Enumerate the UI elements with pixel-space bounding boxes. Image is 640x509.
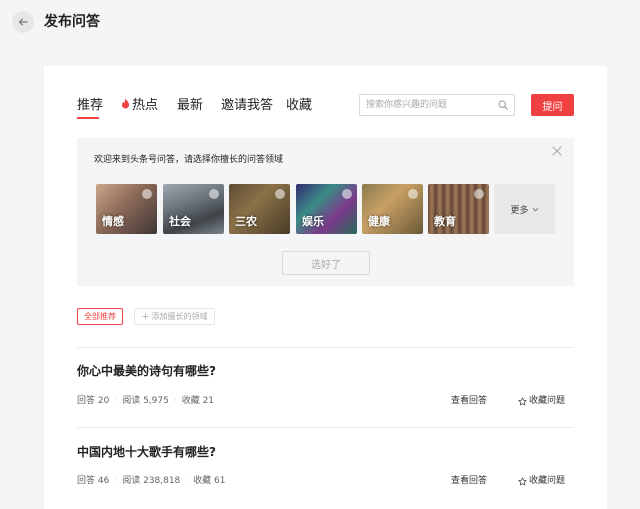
topic-label: 三农 (235, 215, 257, 228)
tab-recommend[interactable]: 推荐 (77, 96, 103, 116)
view-answers-link[interactable]: 查看回答 (451, 395, 487, 408)
back-button[interactable] (12, 11, 34, 33)
star-icon (518, 477, 527, 486)
chevron-down-icon (532, 207, 538, 211)
domain-picker-panel: 欢迎来到头条号问答，请选择你擅长的问答领域 情感 社会 三农 娱乐 健康 教育 (77, 138, 574, 286)
read-count: 阅读 238,818 (122, 476, 181, 486)
select-circle-icon (408, 189, 418, 199)
search-icon[interactable] (498, 100, 508, 110)
confirm-selection-button[interactable]: 选好了 (282, 251, 370, 275)
favorite-question-button[interactable]: 收藏问题 (518, 395, 565, 408)
answer-count: 回答 20 (77, 396, 110, 406)
separator-dot: · (114, 396, 118, 406)
read-count: 阅读 5,975 (122, 396, 169, 406)
topic-label: 教育 (434, 215, 456, 228)
topic-label: 娱乐 (302, 215, 324, 228)
select-circle-icon (474, 189, 484, 199)
separator-dot: · (173, 396, 177, 406)
topic-entertainment[interactable]: 娱乐 (296, 184, 357, 234)
topic-education[interactable]: 教育 (428, 184, 489, 234)
filter-all-recommended[interactable]: 全部推荐 (77, 308, 123, 325)
fire-icon (122, 98, 129, 109)
more-topics-button[interactable]: 更多 (494, 184, 555, 234)
favorite-question-label: 收藏问题 (529, 396, 566, 406)
add-domain-label: 添加擅长的领域 (151, 312, 208, 321)
search-input[interactable] (366, 95, 494, 115)
topic-emotion[interactable]: 情感 (96, 184, 157, 234)
close-icon[interactable] (552, 146, 562, 156)
select-circle-icon (142, 189, 152, 199)
select-circle-icon (209, 189, 219, 199)
divider (77, 347, 574, 348)
tab-invited[interactable]: 邀请我答 (221, 96, 273, 116)
question-stats: 回答 20 · 阅读 5,975 · 收藏 21 (77, 395, 214, 408)
question-stats: 回答 46 · 阅读 238,818 · 收藏 61 (77, 475, 226, 488)
answer-count: 回答 46 (77, 476, 110, 486)
question-title[interactable]: 中国内地十大歌手有哪些? (77, 444, 216, 460)
favorite-question-label: 收藏问题 (529, 476, 566, 486)
tab-latest[interactable]: 最新 (177, 96, 203, 116)
separator-dot: · (185, 476, 189, 486)
more-label: 更多 (510, 205, 529, 216)
star-icon (518, 397, 527, 406)
arrow-left-icon (18, 18, 28, 26)
active-tab-indicator (77, 117, 99, 119)
select-circle-icon (275, 189, 285, 199)
tab-favorites[interactable]: 收藏 (286, 96, 312, 116)
view-answers-link[interactable]: 查看回答 (451, 475, 487, 488)
separator-dot: · (114, 476, 118, 486)
topic-agriculture[interactable]: 三农 (229, 184, 290, 234)
tab-hot[interactable]: 热点 (132, 96, 158, 116)
favorite-count: 收藏 61 (193, 476, 226, 486)
topic-society[interactable]: 社会 (163, 184, 224, 234)
top-bar: 发布问答 (0, 0, 640, 44)
plus-icon (141, 313, 149, 320)
welcome-text: 欢迎来到头条号问答，请选择你擅长的问答领域 (94, 155, 284, 165)
favorite-question-button[interactable]: 收藏问题 (518, 475, 565, 488)
select-circle-icon (342, 189, 352, 199)
caret-down-icon[interactable] (92, 19, 98, 23)
main-card: 推荐 热点 最新 邀请我答 收藏 提问 欢迎来到头条号问答，请选择你擅长的问答领… (44, 66, 607, 509)
divider (77, 427, 574, 428)
topic-label: 情感 (102, 215, 124, 228)
topic-health[interactable]: 健康 (362, 184, 423, 234)
topic-label: 社会 (169, 215, 191, 228)
search-box (359, 94, 515, 116)
question-title[interactable]: 你心中最美的诗句有哪些? (77, 363, 216, 379)
ask-question-button[interactable]: 提问 (531, 94, 574, 116)
add-domain-button[interactable]: 添加擅长的领域 (134, 308, 215, 325)
topic-label: 健康 (368, 215, 390, 228)
favorite-count: 收藏 21 (181, 396, 215, 406)
